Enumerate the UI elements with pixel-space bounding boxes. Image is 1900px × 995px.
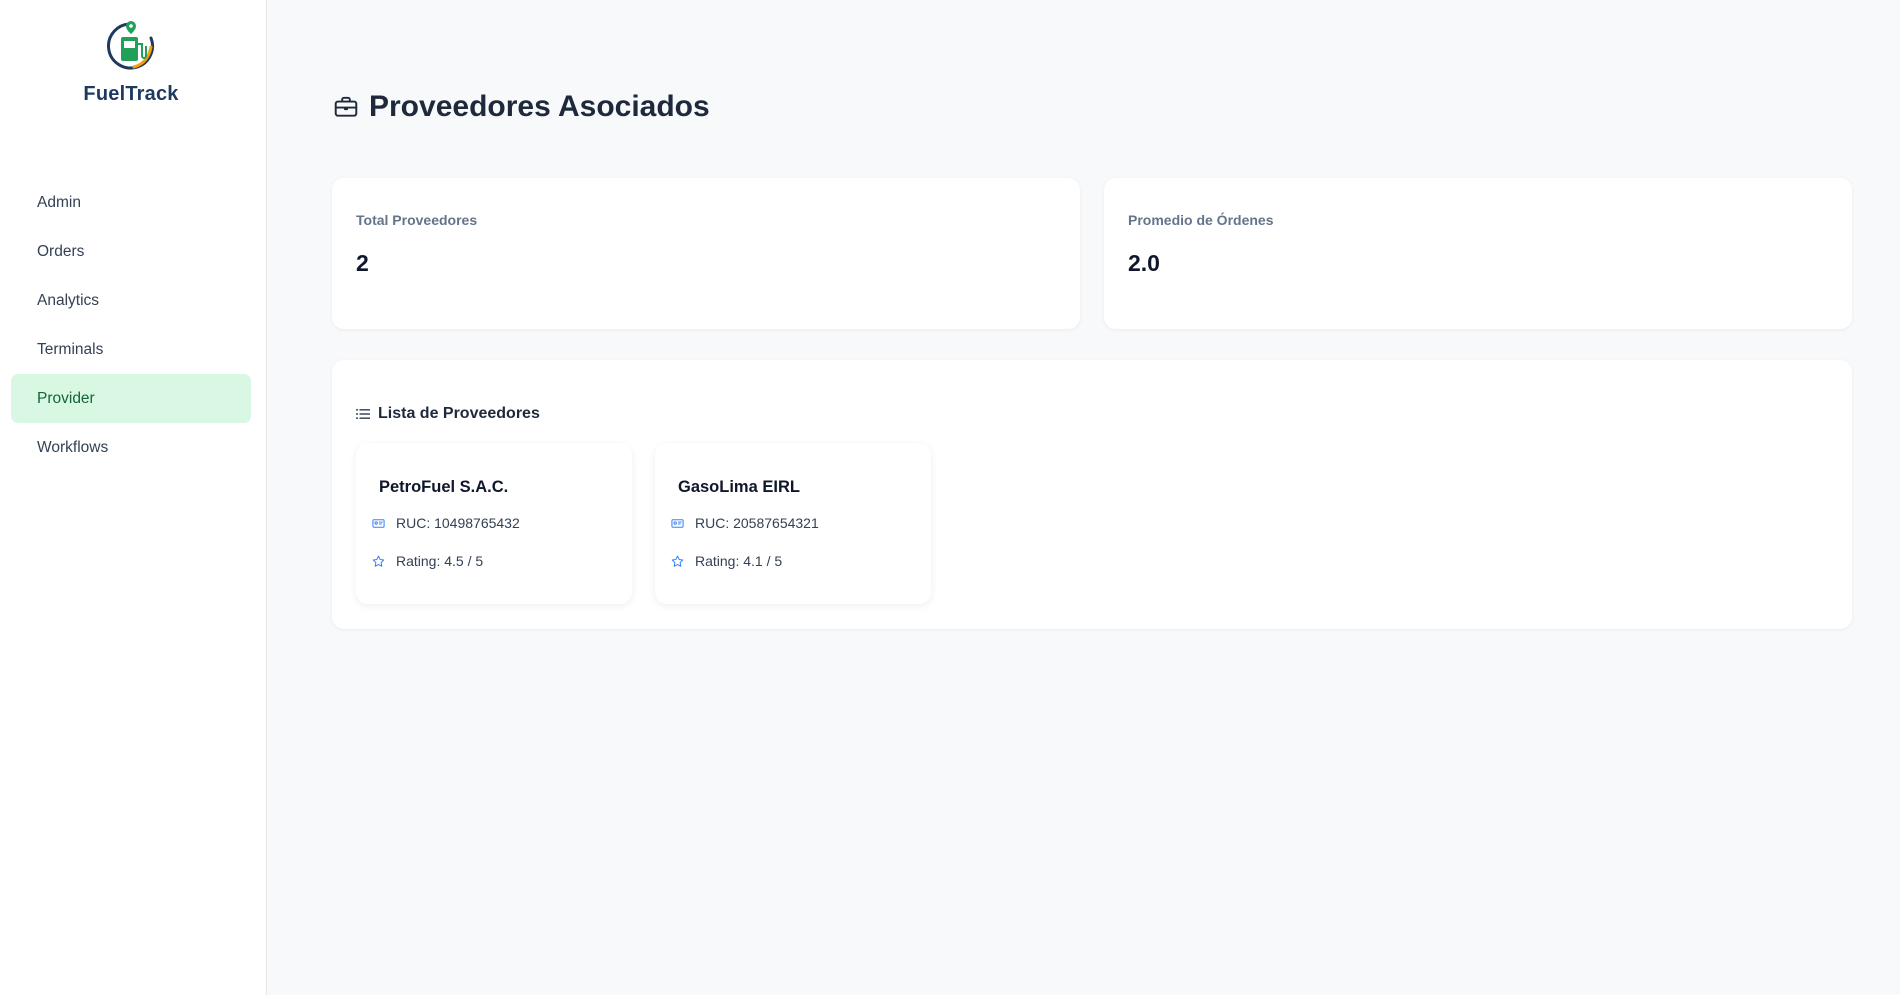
stat-label: Promedio de Órdenes bbox=[1128, 212, 1274, 228]
stat-card-total-providers: Total Proveedores 2 bbox=[332, 178, 1080, 329]
provider-name: GasoLima EIRL bbox=[678, 478, 800, 496]
sidebar-item-orders[interactable]: Orders bbox=[11, 227, 251, 276]
list-title: Lista de Proveedores bbox=[378, 405, 540, 422]
sidebar-nav: Admin Orders Analytics Terminals Provide… bbox=[11, 178, 251, 472]
stat-card-average-orders: Promedio de Órdenes 2.0 bbox=[1104, 178, 1852, 329]
sidebar-item-admin[interactable]: Admin bbox=[11, 178, 251, 227]
brand[interactable]: FuelTrack bbox=[0, 20, 262, 106]
sidebar-item-provider[interactable]: Provider bbox=[11, 374, 251, 423]
stat-label: Total Proveedores bbox=[356, 212, 478, 228]
main-content: Proveedores Asociados Total Proveedores … bbox=[267, 0, 1900, 995]
provider-ruc-text: RUC: 10498765432 bbox=[396, 515, 520, 531]
provider-rating: Rating: 4.1 / 5 bbox=[671, 553, 782, 569]
provider-list-panel: Lista de Proveedores PetroFuel S.A.C. RU… bbox=[332, 360, 1852, 629]
fuel-pump-location-icon bbox=[107, 21, 154, 70]
list-header: Lista de Proveedores bbox=[356, 405, 540, 423]
sidebar-item-terminals[interactable]: Terminals bbox=[11, 325, 251, 374]
stat-value: 2 bbox=[356, 250, 369, 276]
sidebar-item-analytics[interactable]: Analytics bbox=[11, 276, 251, 325]
provider-ruc: RUC: 10498765432 bbox=[372, 515, 520, 531]
provider-ruc: RUC: 20587654321 bbox=[671, 515, 819, 531]
star-icon bbox=[372, 555, 385, 567]
star-icon bbox=[671, 555, 684, 567]
provider-ruc-text: RUC: 20587654321 bbox=[695, 515, 819, 531]
provider-rating-text: Rating: 4.1 / 5 bbox=[695, 553, 783, 569]
stat-value: 2.0 bbox=[1128, 250, 1160, 276]
brand-name: FuelTrack bbox=[83, 83, 179, 105]
id-card-icon bbox=[372, 518, 385, 528]
id-card-icon bbox=[671, 518, 684, 528]
sidebar-item-workflows[interactable]: Workflows bbox=[11, 423, 251, 472]
provider-rating-text: Rating: 4.5 / 5 bbox=[396, 553, 484, 569]
page-title: Proveedores Asociados bbox=[369, 90, 710, 123]
briefcase-icon bbox=[334, 96, 358, 117]
page-header: Proveedores Asociados bbox=[333, 90, 710, 124]
provider-rating: Rating: 4.5 / 5 bbox=[372, 553, 483, 569]
provider-name: PetroFuel S.A.C. bbox=[379, 478, 509, 496]
sidebar: FuelTrack Admin Orders Analytics Termina… bbox=[0, 0, 267, 995]
list-icon bbox=[356, 409, 370, 419]
provider-card[interactable]: GasoLima EIRL RUC: 20587654321 Rating: 4… bbox=[655, 443, 931, 604]
provider-card[interactable]: PetroFuel S.A.C. RUC: 10498765432 Rating… bbox=[356, 443, 632, 604]
app-root: FuelTrack Admin Orders Analytics Termina… bbox=[0, 0, 1900, 995]
